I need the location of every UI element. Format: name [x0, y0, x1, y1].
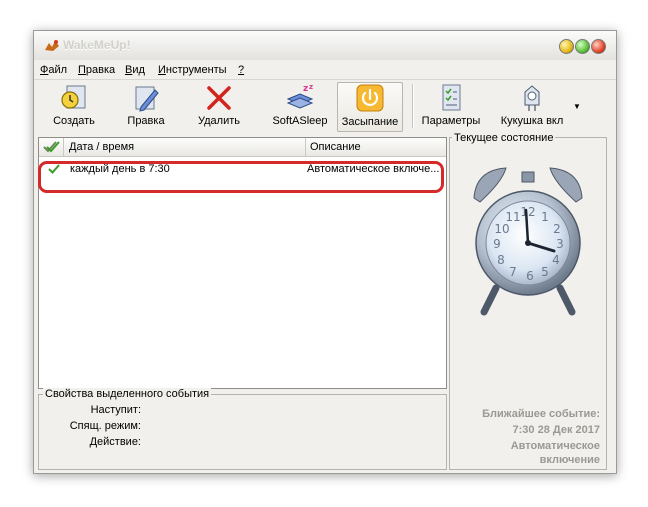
- cuckoo-label: Кукушка вкл: [500, 115, 564, 127]
- menu-help[interactable]: ?: [238, 64, 244, 76]
- clock-number-4: 4: [552, 253, 560, 267]
- menu-view-label: ид: [132, 64, 145, 76]
- clock-number-9: 9: [493, 237, 501, 251]
- minimize-button[interactable]: [559, 39, 574, 54]
- delete-label: Удалить: [198, 115, 240, 127]
- clock-number-6: 6: [526, 269, 534, 283]
- create-label: Создать: [53, 115, 95, 127]
- settings-button[interactable]: Параметры: [416, 82, 486, 130]
- menu-tools[interactable]: Инструменты: [158, 64, 227, 76]
- sleep-mode-label: Спящ. режим:: [69, 420, 141, 432]
- current-state-title: Текущее состояние: [452, 132, 556, 144]
- menu-help-mnemonic: ?: [238, 64, 245, 76]
- clock-number-1: 1: [541, 210, 549, 224]
- event-properties-panel: Свойства выделенного события Наступит: С…: [38, 388, 447, 470]
- selection-highlight-outline: [38, 161, 444, 193]
- maximize-button[interactable]: [575, 39, 590, 54]
- menu-bar: Файл Правка Вид Инструменты ?: [34, 61, 616, 80]
- clock-number-3: 3: [556, 237, 564, 251]
- cuckoo-button[interactable]: Кукушка вкл: [492, 82, 572, 130]
- clock-number-2: 2: [553, 222, 561, 236]
- softasleep-button[interactable]: z z SoftASleep: [264, 82, 336, 130]
- menu-tools-label: нструменты: [165, 64, 227, 76]
- app-window: WakeMeUp! Файл Правка Вид Инструменты ? …: [33, 30, 617, 474]
- next-event-label: Ближайшее событие:: [482, 408, 600, 420]
- rooster-icon: [45, 40, 59, 51]
- cuckoo-dropdown-arrow-icon[interactable]: ▼: [573, 102, 581, 111]
- sleep-icon: z z: [286, 83, 314, 109]
- delete-button[interactable]: Удалить: [184, 82, 254, 130]
- next-event-action-line1: Автоматическое: [510, 440, 600, 452]
- window-title: WakeMeUp!: [63, 38, 131, 52]
- current-state-panel: Текущее состояние 12 1 2 3 4 5 6 7 8 9 1…: [449, 132, 607, 470]
- menu-tools-mnemonic: И: [158, 64, 166, 76]
- double-check-icon: [43, 141, 60, 153]
- description-column-header[interactable]: Описание: [305, 138, 450, 156]
- delete-x-icon: [207, 86, 231, 110]
- check-column-header[interactable]: [39, 138, 64, 156]
- create-button[interactable]: Создать: [38, 82, 110, 130]
- menu-edit-mnemonic: П: [78, 64, 86, 76]
- clock-number-8: 8: [497, 253, 505, 267]
- action-label: Действие:: [89, 436, 141, 448]
- edit-button[interactable]: Правка: [114, 82, 178, 130]
- menu-view[interactable]: Вид: [125, 64, 145, 76]
- menu-edit-label: равка: [85, 64, 116, 76]
- close-button[interactable]: [591, 39, 606, 54]
- alarm-clock-icon: 12 1 2 3 4 5 6 7 8 9 10 11: [473, 167, 583, 316]
- clock-number-12: 12: [520, 205, 535, 219]
- properties-title: Свойства выделенного события: [43, 388, 212, 400]
- pencil-icon: [135, 86, 159, 112]
- title-bar[interactable]: WakeMeUp!: [34, 31, 616, 60]
- settings-label: Параметры: [421, 115, 481, 127]
- svg-text:z: z: [309, 83, 313, 91]
- datetime-column-header[interactable]: Дата / время: [64, 138, 306, 156]
- power-icon: [356, 84, 384, 112]
- clock-number-5: 5: [541, 265, 549, 279]
- checklist-icon: [442, 84, 461, 111]
- menu-file[interactable]: Файл: [40, 64, 67, 76]
- list-header: Дата / время Описание: [39, 138, 446, 157]
- toolbar: Создать Правка Удалить z z SoftASleep За…: [34, 80, 616, 132]
- occurs-label: Наступит:: [90, 404, 141, 416]
- sleep-label: Засыпание: [341, 116, 399, 128]
- menu-edit[interactable]: Правка: [78, 64, 115, 76]
- clock-number-10: 10: [494, 222, 509, 236]
- sleep-button[interactable]: Засыпание: [337, 82, 403, 132]
- toolbar-separator: [412, 84, 414, 128]
- cuckoo-clock-icon: [524, 85, 540, 111]
- softasleep-label: SoftASleep: [272, 115, 328, 127]
- menu-file-label: айл: [48, 64, 68, 76]
- next-event-action-line2: включение: [539, 454, 600, 466]
- clock-number-7: 7: [509, 265, 517, 279]
- next-event-time: 7:30 28 Дек 2017: [512, 424, 600, 436]
- clock-number-11: 11: [505, 210, 520, 224]
- edit-label: Правка: [127, 115, 165, 127]
- clock-create-icon: [61, 85, 86, 109]
- svg-text:z: z: [303, 84, 308, 94]
